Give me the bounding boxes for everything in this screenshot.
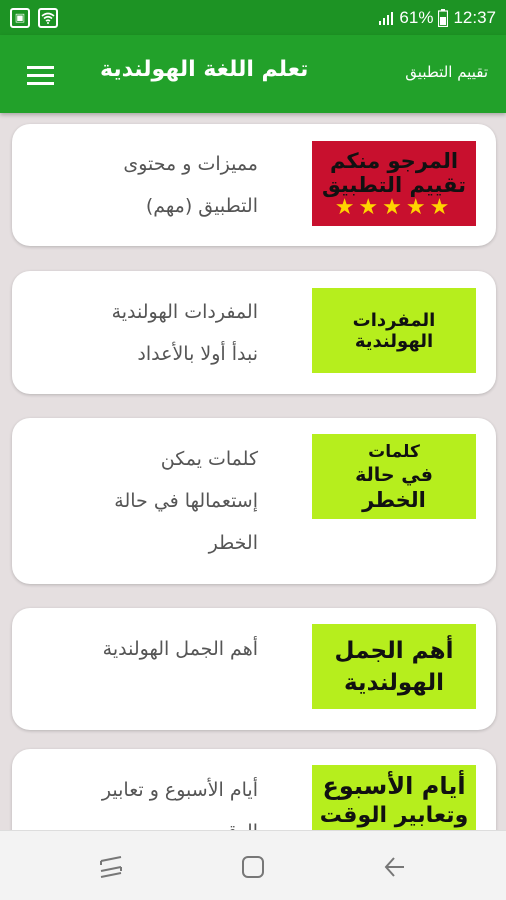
wifi-notification-icon bbox=[38, 7, 58, 28]
thumb-line: تقييم التطبيق bbox=[321, 172, 467, 197]
back-icon[interactable] bbox=[382, 855, 408, 883]
list-item-text: المفردات الهولندية نبدأ أولا بالأعداد bbox=[28, 291, 258, 375]
list-item-line: كلمات يمكن bbox=[160, 448, 258, 470]
danger-words-thumbnail: كلمات في حالة الخطر bbox=[312, 434, 476, 519]
list-item-text: أهم الجمل الهولندية bbox=[28, 628, 258, 670]
list-item-line: نبدأ أولا بالأعداد bbox=[137, 343, 258, 365]
thumb-line: في حالة bbox=[355, 463, 433, 486]
image-notification-icon: ▣ bbox=[10, 7, 30, 28]
thumb-line: المرجو منكم bbox=[329, 148, 459, 173]
app-bar: تعلم اللغة الهولندية تقييم التطبيق bbox=[0, 35, 506, 113]
weekdays-thumbnail: أيام الأسبوع وتعابير الوقت bbox=[312, 765, 476, 830]
phrases-thumbnail: أهم الجمل الهولندية bbox=[312, 624, 476, 709]
list-item-text: كلمات يمكن إستعمالها في حالة الخطر bbox=[28, 438, 258, 564]
rate-app-button[interactable]: تقييم التطبيق bbox=[405, 63, 488, 81]
clock: 12:37 bbox=[453, 7, 496, 27]
status-notifications: ▣ bbox=[0, 7, 58, 28]
list-item-vocabulary[interactable]: المفردات الهولندية المفردات الهولندية نب… bbox=[12, 271, 496, 394]
list-item-text: أيام الأسبوع و تعابير الوقت bbox=[28, 769, 258, 830]
status-bar: ▣ 61% 12:37 bbox=[0, 0, 506, 35]
menu-icon[interactable] bbox=[27, 66, 54, 86]
list-item-line: الخطر bbox=[208, 532, 258, 554]
navigation-bar bbox=[0, 830, 506, 900]
list-item-line: التطبيق (مهم) bbox=[145, 195, 258, 217]
list-item-line: إستعمالها في حالة bbox=[114, 490, 258, 512]
battery-icon bbox=[438, 8, 449, 27]
vocabulary-thumbnail: المفردات الهولندية bbox=[312, 288, 476, 373]
thumb-line: أيام الأسبوع bbox=[322, 772, 466, 800]
list-item-line: المفردات الهولندية bbox=[111, 301, 258, 323]
lesson-list[interactable]: المرجو منكم تقييم التطبيق ★★★★★ مميزات و… bbox=[0, 113, 506, 830]
star-rating-icon: ★★★★★ bbox=[334, 194, 454, 220]
recent-apps-icon[interactable] bbox=[98, 855, 124, 883]
thumb-line: الخطر bbox=[362, 487, 426, 512]
list-item-weekdays[interactable]: أيام الأسبوع وتعابير الوقت أيام الأسبوع … bbox=[12, 749, 496, 830]
thumb-line: المفردات الهولندية bbox=[352, 309, 436, 352]
list-item-danger-words[interactable]: كلمات في حالة الخطر كلمات يمكن إستعمالها… bbox=[12, 418, 496, 584]
thumb-line: وتعابير الوقت bbox=[319, 803, 469, 828]
list-item-phrases[interactable]: أهم الجمل الهولندية أهم الجمل الهولندية bbox=[12, 608, 496, 730]
app-title: تعلم اللغة الهولندية bbox=[100, 57, 309, 82]
list-item-line: أهم الجمل الهولندية bbox=[102, 638, 258, 660]
home-icon[interactable] bbox=[241, 855, 265, 883]
status-indicators: 61% 12:37 bbox=[378, 0, 496, 35]
rate-app-thumbnail: المرجو منكم تقييم التطبيق ★★★★★ bbox=[312, 141, 476, 226]
thumb-line: أهم الجمل bbox=[334, 637, 454, 664]
signal-icon bbox=[379, 11, 394, 25]
list-item-features[interactable]: المرجو منكم تقييم التطبيق ★★★★★ مميزات و… bbox=[12, 124, 496, 246]
list-item-text: مميزات و محتوى التطبيق (مهم) bbox=[28, 143, 258, 227]
thumb-line: الهولندية bbox=[343, 669, 445, 696]
list-item-line: أيام الأسبوع و تعابير bbox=[101, 779, 258, 801]
list-item-line: مميزات و محتوى bbox=[123, 153, 258, 175]
thumb-line: كلمات bbox=[368, 441, 420, 462]
battery-percent: 61% bbox=[399, 7, 434, 27]
list-item-line: الوقت bbox=[28, 811, 258, 830]
